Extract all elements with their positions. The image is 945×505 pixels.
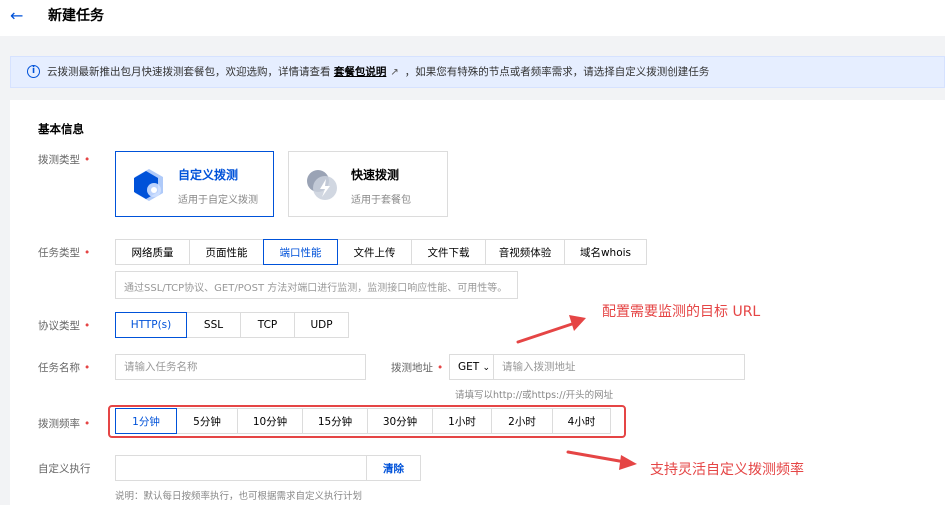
protocol-option[interactable]: HTTP(s) [115, 312, 187, 338]
task-type-option[interactable]: 端口性能 [263, 239, 338, 265]
frequency-annotation: 支持灵活自定义拨测频率 [650, 462, 804, 478]
frequency-option[interactable]: 1分钟 [115, 408, 177, 434]
url-annotation: 配置需要监测的目标 URL [602, 304, 761, 320]
